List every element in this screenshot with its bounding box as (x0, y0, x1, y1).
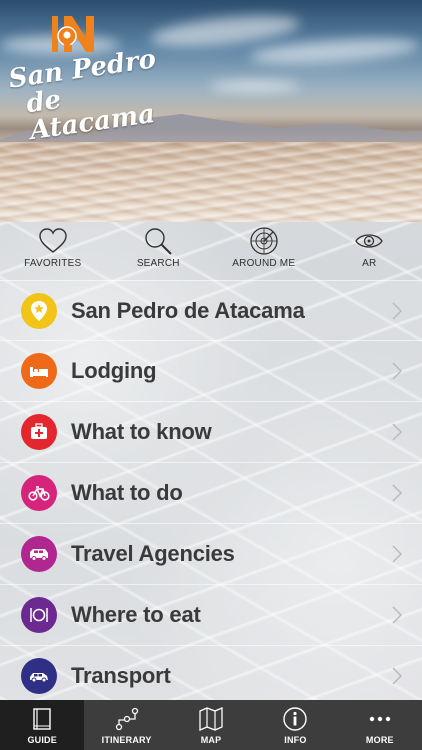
chevron-right-icon (392, 484, 402, 502)
main-menu: San Pedro de Atacama Lodging What to kno… (0, 280, 422, 707)
car-icon (21, 658, 57, 694)
chevron-right-icon (392, 667, 402, 685)
bed-icon (21, 353, 57, 389)
menu-label: Lodging (71, 358, 157, 383)
star-pin-icon (21, 293, 57, 329)
tab-more[interactable]: MORE (338, 700, 422, 750)
chevron-right-icon (392, 606, 402, 624)
tab-label: MORE (365, 735, 394, 745)
menu-item-where-to-eat[interactable]: Where to eat (0, 585, 422, 646)
route-icon (115, 707, 138, 731)
heart-icon (39, 228, 67, 253)
more-icon (369, 716, 391, 722)
menu-item-travel-agencies[interactable]: Travel Agencies (0, 524, 422, 585)
menu-label: San Pedro de Atacama (71, 298, 305, 323)
menu-label: What to know (71, 419, 212, 444)
search-button[interactable]: SEARCH (106, 226, 212, 278)
plate-icon (21, 597, 57, 633)
chevron-right-icon (392, 362, 402, 380)
ar-label: AR (362, 258, 377, 269)
first-aid-icon (21, 414, 57, 450)
around-me-label: AROUND ME (232, 258, 296, 269)
menu-item-transport[interactable]: Transport (0, 646, 422, 707)
tab-map[interactable]: MAP (169, 700, 253, 750)
van-icon (21, 536, 57, 572)
app-logo-icon (52, 16, 94, 52)
tab-label: MAP (200, 735, 222, 745)
tab-itinerary[interactable]: ITINERARY (84, 700, 168, 750)
favorites-label: FAVORITES (24, 258, 82, 269)
menu-item-what-to-know[interactable]: What to know (0, 402, 422, 463)
chevron-right-icon (392, 545, 402, 563)
tab-guide[interactable]: GUIDE (0, 700, 85, 750)
chevron-right-icon (392, 423, 402, 441)
salt-flat (0, 142, 422, 222)
search-icon (145, 228, 172, 255)
bicycle-icon (21, 475, 57, 511)
menu-label: Travel Agencies (71, 541, 235, 566)
menu-label: What to do (71, 480, 183, 505)
map-icon (199, 707, 223, 731)
search-label: SEARCH (136, 258, 180, 269)
tab-label: INFO (284, 735, 307, 745)
menu-item-what-to-do[interactable]: What to do (0, 463, 422, 524)
tab-label: ITINERARY (101, 735, 152, 745)
book-icon (33, 708, 51, 730)
bottom-tab-bar: GUIDE ITINERARY MAP INFO MORE (0, 700, 422, 750)
ar-button[interactable]: AR (317, 226, 422, 278)
info-icon (283, 707, 308, 731)
tab-label: GUIDE (27, 735, 57, 745)
favorites-button[interactable]: FAVORITES (0, 226, 106, 278)
menu-item-lodging[interactable]: Lodging (0, 341, 422, 402)
menu-label: Transport (71, 663, 171, 688)
eye-icon (355, 234, 384, 248)
quick-actions-bar: FAVORITES SEARCH AROUND ME AR (0, 226, 422, 278)
menu-item-san-pedro[interactable]: San Pedro de Atacama (0, 280, 422, 341)
tab-info[interactable]: INFO (253, 700, 337, 750)
hero-banner: San Pedro de Atacama (0, 0, 422, 222)
radar-icon (250, 227, 278, 255)
menu-label: Where to eat (71, 602, 201, 627)
around-me-button[interactable]: AROUND ME (211, 226, 317, 278)
chevron-right-icon (392, 302, 402, 320)
